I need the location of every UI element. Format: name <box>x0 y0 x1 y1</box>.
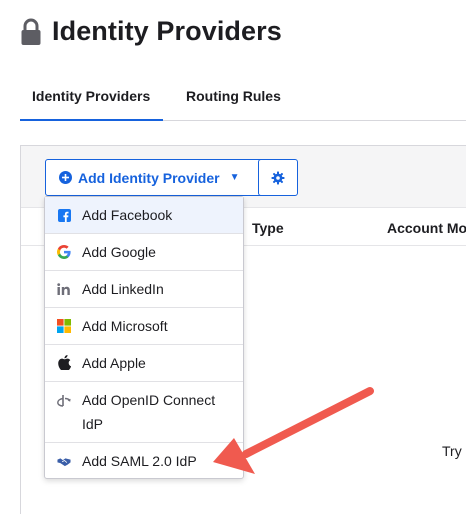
caret-down-icon: ▼ <box>229 172 240 183</box>
add-idp-dropdown-menu: Add Facebook Add Google Add LinkedIn Add… <box>44 196 244 479</box>
page-header: Identity Providers <box>20 16 282 47</box>
tab-bar: Identity Providers Routing Rules <box>20 80 466 121</box>
menu-item-label: Add LinkedIn <box>82 281 164 297</box>
plus-circle-icon <box>59 171 72 184</box>
menu-item-label: Add Google <box>82 244 156 260</box>
menu-item-apple[interactable]: Add Apple <box>45 345 243 382</box>
menu-item-label: Add Apple <box>82 355 146 371</box>
column-header-type: Type <box>252 220 284 236</box>
openid-icon <box>57 393 71 407</box>
google-icon <box>57 245 71 259</box>
menu-item-label: Add SAML 2.0 IdP <box>82 453 197 469</box>
menu-item-saml[interactable]: Add SAML 2.0 IdP <box>45 443 243 480</box>
menu-item-label: Add OpenID Connect <box>82 392 216 408</box>
facebook-icon <box>57 208 71 222</box>
column-header-account: Account Mo <box>387 220 466 236</box>
lock-icon <box>21 18 41 45</box>
settings-button[interactable] <box>258 159 298 196</box>
tab-identity-providers[interactable]: Identity Providers <box>20 88 163 121</box>
saml-handshake-icon <box>57 454 71 468</box>
menu-item-linkedin[interactable]: Add LinkedIn <box>45 271 243 308</box>
tab-routing-rules[interactable]: Routing Rules <box>186 88 281 104</box>
microsoft-icon <box>57 319 71 333</box>
add-identity-provider-button[interactable]: Add Identity Provider ▼ <box>45 159 266 196</box>
menu-item-google[interactable]: Add Google <box>45 234 243 271</box>
menu-item-openid-connect[interactable]: Add OpenID Connect IdP <box>45 382 243 443</box>
gear-icon <box>271 171 285 184</box>
menu-item-label: Add Facebook <box>82 207 173 223</box>
add-identity-provider-label: Add Identity Provider <box>78 169 220 186</box>
linkedin-icon <box>57 282 71 296</box>
menu-item-label: Add Microsoft <box>82 318 168 334</box>
apple-icon <box>57 354 71 370</box>
menu-item-label-line2: IdP <box>82 416 104 432</box>
empty-state-text: Try s <box>442 443 466 459</box>
menu-item-facebook[interactable]: Add Facebook <box>45 197 243 234</box>
page-title: Identity Providers <box>52 16 282 46</box>
menu-item-microsoft[interactable]: Add Microsoft <box>45 308 243 345</box>
